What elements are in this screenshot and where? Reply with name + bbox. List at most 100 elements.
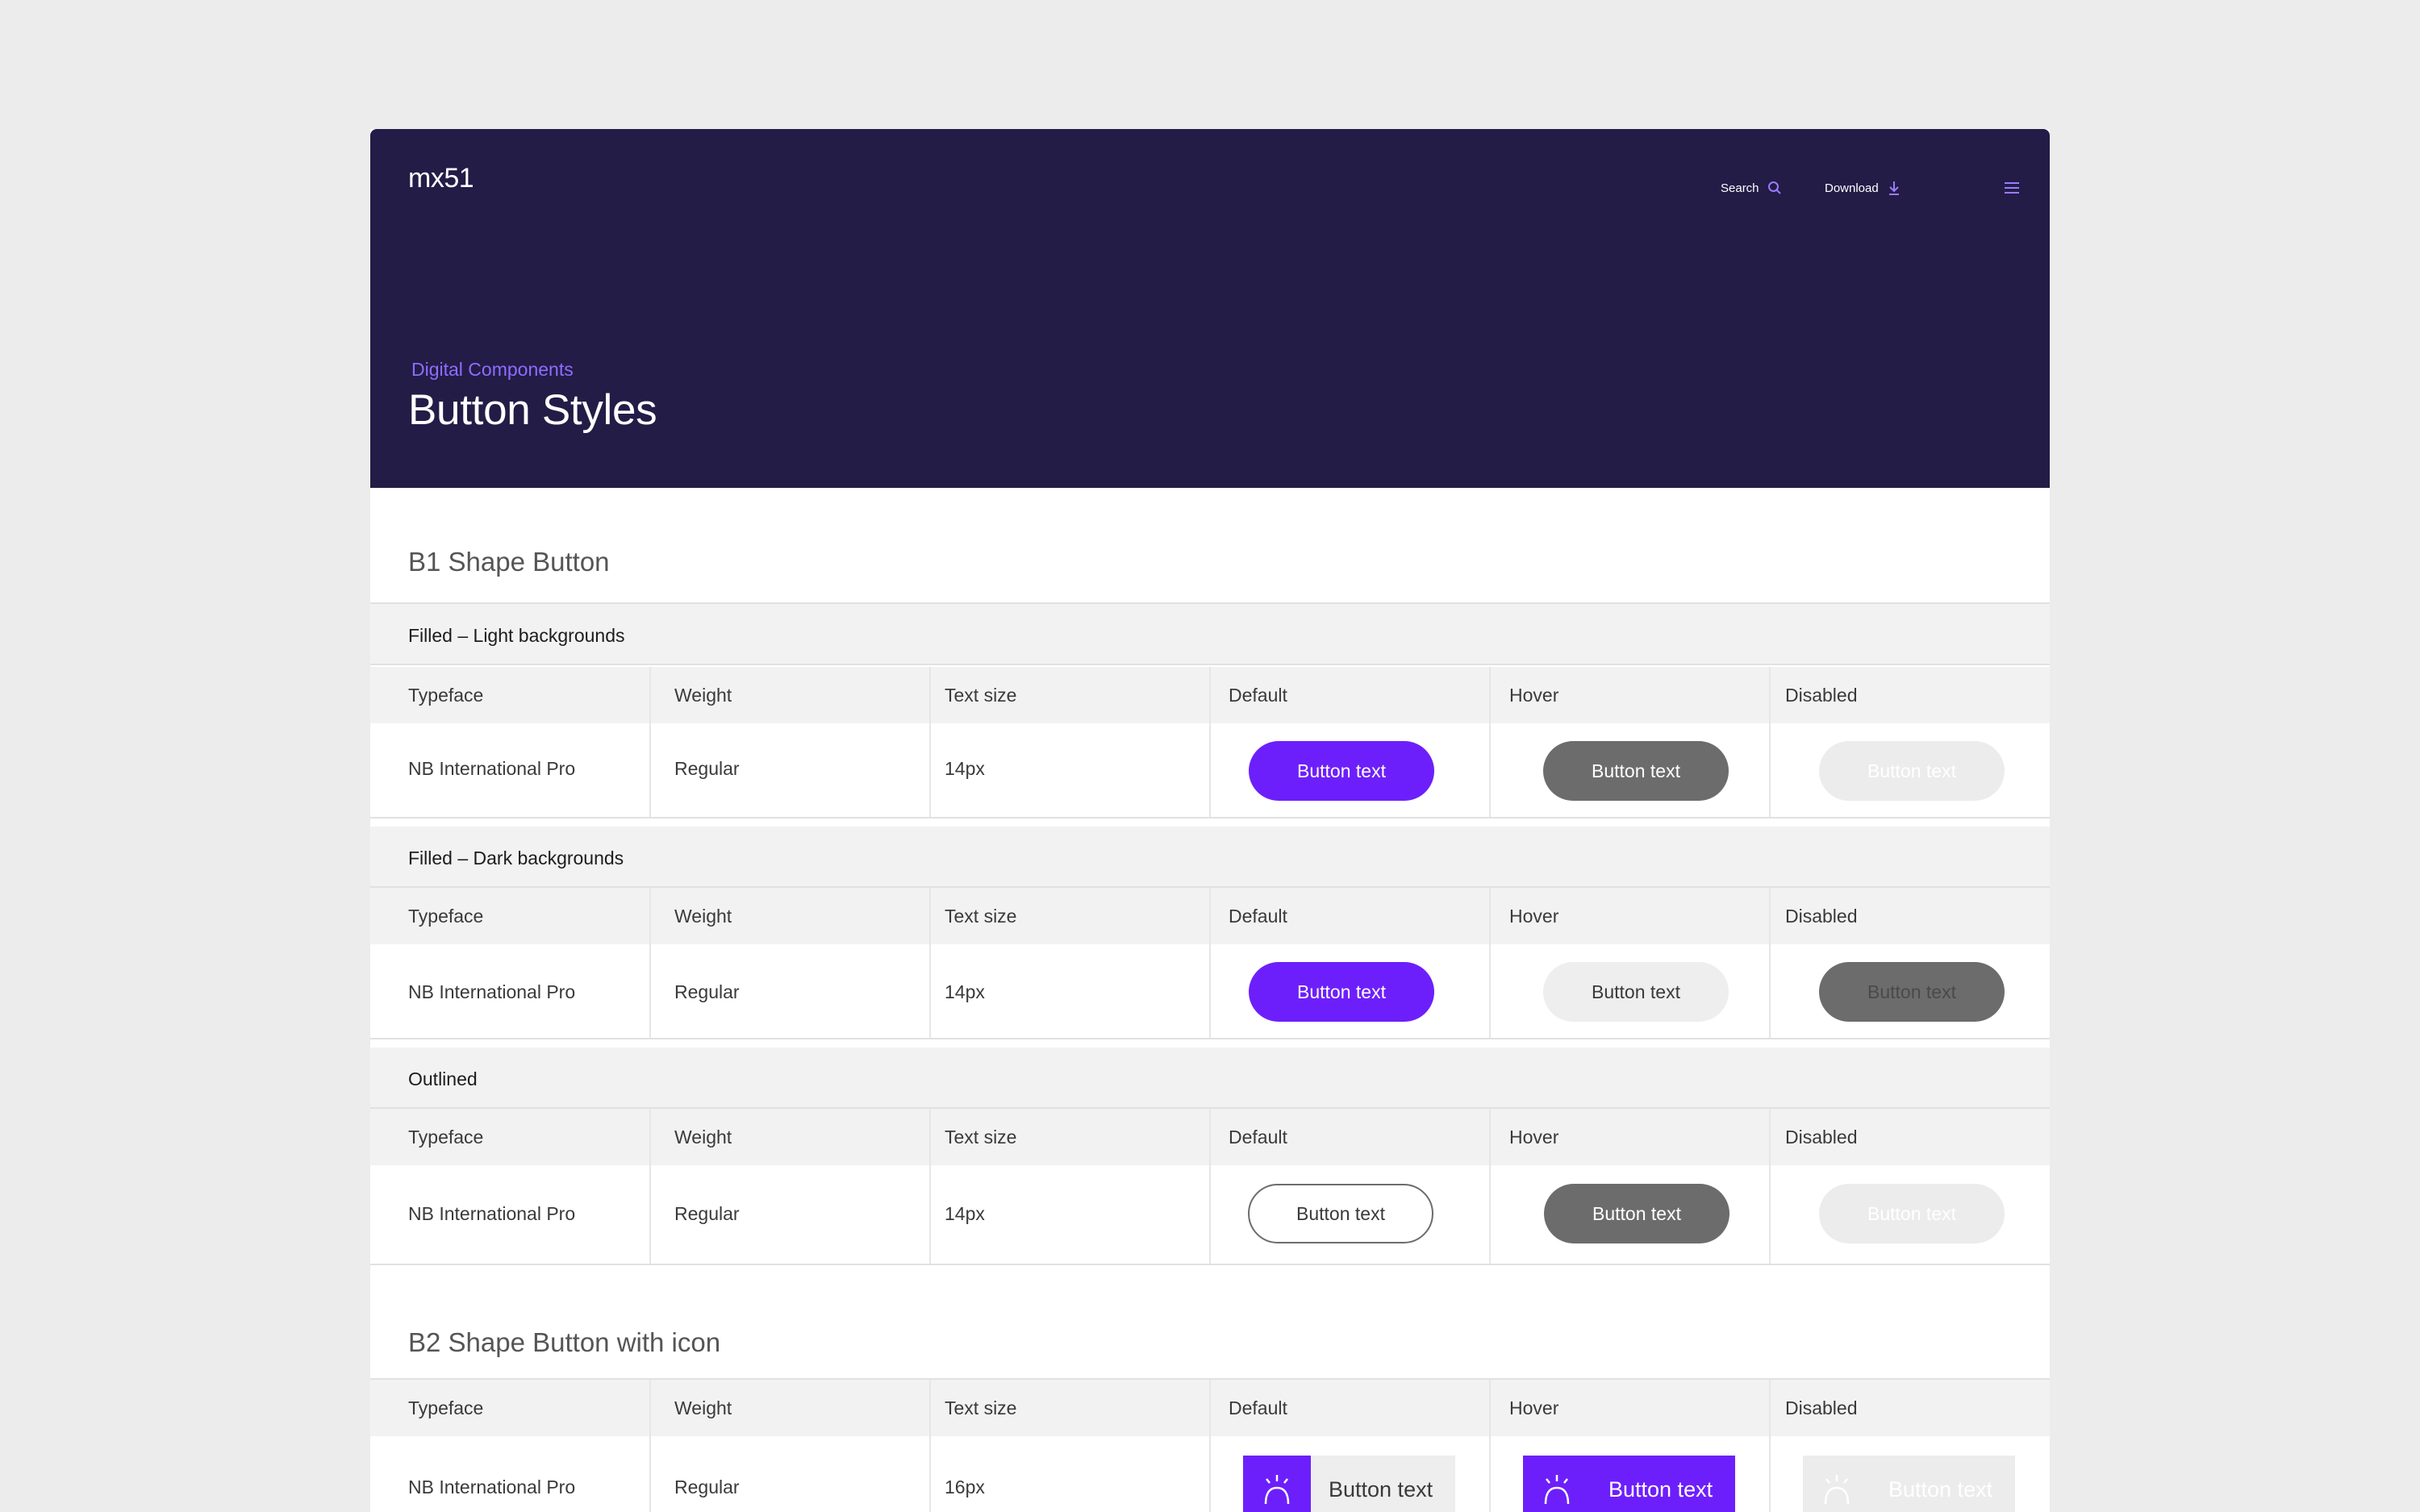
col-typeface: Typeface <box>408 684 484 706</box>
column-divider <box>1489 1380 1491 1436</box>
column-divider <box>1209 723 1211 817</box>
brand-logo[interactable]: mx51 <box>408 163 474 194</box>
download-label: Download <box>1825 181 1879 195</box>
column-divider <box>649 944 651 1038</box>
table-row: NB International Pro Regular 14px Button… <box>370 723 2050 818</box>
table-header: Typeface Weight Text size Default Hover … <box>370 888 2050 944</box>
col-text-size: Text size <box>945 1126 1017 1148</box>
default-icon-button-example[interactable]: Button text <box>1243 1456 1456 1512</box>
weight-value: Regular <box>674 757 740 779</box>
typeface-value: NB International Pro <box>408 757 576 779</box>
disabled-button-example: Button text <box>1819 741 2005 801</box>
hover-button-example[interactable]: Button text <box>1543 741 1729 801</box>
column-divider <box>649 1109 651 1165</box>
weight-value: Regular <box>674 1202 740 1224</box>
hover-icon-button-example[interactable]: Button text <box>1523 1456 1736 1512</box>
column-divider <box>1489 888 1491 944</box>
col-disabled: Disabled <box>1785 1126 1858 1148</box>
group-heading: Filled – Dark backgrounds <box>370 827 2050 888</box>
col-default: Default <box>1229 1126 1287 1148</box>
col-default: Default <box>1229 1397 1287 1418</box>
table-row: NB International Pro Regular 14px Button… <box>370 1165 2050 1265</box>
table-header: Typeface Weight Text size Default Hover … <box>370 1380 2050 1436</box>
download-button[interactable]: Download <box>1825 174 1901 202</box>
column-divider <box>1769 1165 1771 1264</box>
col-disabled: Disabled <box>1785 1397 1858 1418</box>
column-divider <box>1209 1380 1211 1436</box>
col-weight: Weight <box>674 1397 732 1418</box>
hover-button-example[interactable]: Button text <box>1544 1184 1729 1243</box>
group-heading: Outlined <box>370 1048 2050 1109</box>
typeface-value: NB International Pro <box>408 1476 576 1497</box>
column-divider <box>929 1109 931 1165</box>
menu-icon[interactable] <box>1998 174 2026 202</box>
hero-eyebrow: Digital Components <box>411 359 574 380</box>
text-size-value: 14px <box>945 757 985 779</box>
column-divider <box>1769 944 1771 1038</box>
col-disabled: Disabled <box>1785 684 1858 706</box>
table-header: Typeface Weight Text size Default Hover … <box>370 1109 2050 1165</box>
weight-value: Regular <box>674 1476 740 1497</box>
col-default: Default <box>1229 905 1287 927</box>
column-divider <box>929 723 931 817</box>
column-divider <box>1489 723 1491 817</box>
group-label: Outlined <box>408 1068 478 1089</box>
col-hover: Hover <box>1509 1126 1559 1148</box>
section-title-b2: B2 Shape Button with icon <box>408 1327 721 1357</box>
column-divider <box>1769 888 1771 944</box>
column-divider <box>1209 667 1211 723</box>
typeface-value: NB International Pro <box>408 981 576 1002</box>
col-text-size: Text size <box>945 684 1017 706</box>
column-divider <box>1769 667 1771 723</box>
column-divider <box>1209 944 1211 1038</box>
text-size-value: 14px <box>945 981 985 1002</box>
group-label: Filled – Dark backgrounds <box>408 848 624 868</box>
default-button-example[interactable]: Button text <box>1249 741 1434 801</box>
column-divider <box>1209 1436 1211 1512</box>
column-divider <box>929 888 931 944</box>
download-icon <box>1887 180 1901 196</box>
col-weight: Weight <box>674 905 732 927</box>
column-divider <box>1769 1109 1771 1165</box>
col-default: Default <box>1229 684 1287 706</box>
column-divider <box>929 1165 931 1264</box>
weight-value: Regular <box>674 981 740 1002</box>
col-hover: Hover <box>1509 1397 1559 1418</box>
table-row: NB International Pro Regular 14px Button… <box>370 944 2050 1039</box>
column-divider <box>929 1436 931 1512</box>
typeface-value: NB International Pro <box>408 1202 576 1224</box>
column-divider <box>1769 1380 1771 1436</box>
col-disabled: Disabled <box>1785 905 1858 927</box>
page-card: mx51 Search Download Digital Components … <box>370 129 2050 1512</box>
column-divider <box>649 1165 651 1264</box>
button-label: Button text <box>1329 1477 1433 1502</box>
column-divider <box>1489 1109 1491 1165</box>
col-weight: Weight <box>674 684 732 706</box>
col-text-size: Text size <box>945 1397 1017 1418</box>
column-divider <box>1489 1165 1491 1264</box>
search-button[interactable]: Search <box>1721 174 1782 202</box>
col-typeface: Typeface <box>408 905 484 927</box>
text-size-value: 16px <box>945 1476 985 1497</box>
table-header: Typeface Weight Text size Default Hover … <box>370 667 2050 723</box>
group-label: Filled – Light backgrounds <box>408 625 625 646</box>
lamp-icon <box>1523 1456 1591 1512</box>
column-divider <box>1209 1165 1211 1264</box>
column-divider <box>929 1380 931 1436</box>
column-divider <box>649 667 651 723</box>
col-weight: Weight <box>674 1126 732 1148</box>
button-label: Button text <box>1888 1477 1993 1502</box>
lamp-icon <box>1243 1456 1311 1512</box>
section-title-b1: B1 Shape Button <box>408 547 610 577</box>
column-divider <box>1209 888 1211 944</box>
column-divider <box>649 1436 651 1512</box>
column-divider <box>649 1380 651 1436</box>
column-divider <box>649 888 651 944</box>
default-button-example[interactable]: Button text <box>1249 962 1434 1022</box>
hover-button-example[interactable]: Button text <box>1543 962 1729 1022</box>
default-button-example[interactable]: Button text <box>1248 1184 1433 1243</box>
col-typeface: Typeface <box>408 1126 484 1148</box>
column-divider <box>1489 944 1491 1038</box>
column-divider <box>1769 723 1771 817</box>
disabled-icon-button-example: Button text <box>1803 1456 2016 1512</box>
